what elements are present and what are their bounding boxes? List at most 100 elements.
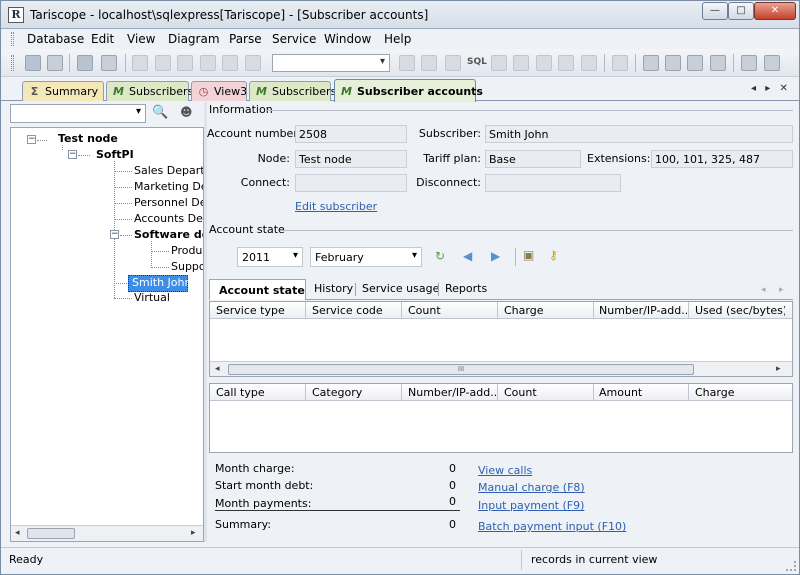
filter-combo[interactable] [272, 54, 390, 72]
sort-icon[interactable] [581, 55, 597, 71]
column-header[interactable]: Number/IP-add... [599, 304, 687, 317]
tab-history[interactable]: History [314, 282, 353, 295]
tree-node-department[interactable]: Sales Department [134, 164, 203, 177]
refresh-icon[interactable]: ↻ [435, 249, 445, 263]
subscriber-tree[interactable]: − Test node − SoftPI Sales Department Ma… [10, 127, 204, 542]
tab-summary[interactable]: Σ Summary [22, 81, 104, 101]
stop-icon[interactable] [245, 55, 261, 71]
menu-view[interactable]: View [127, 32, 155, 46]
calls-grid[interactable]: Call type Category Number/IP-add... Coun… [209, 383, 793, 453]
tab-prev-icon[interactable]: ◂ [751, 83, 756, 94]
tab-subscribers-2[interactable]: M Subscribers [249, 81, 336, 101]
column-header[interactable]: Category [312, 386, 400, 399]
services-grid[interactable]: Service type Service code Count Charge N… [209, 301, 793, 377]
menu-edit[interactable]: Edit [91, 32, 114, 46]
subscriber-field[interactable]: Smith John [485, 125, 793, 143]
month-select[interactable]: February [310, 247, 422, 267]
clear-filter-icon[interactable] [558, 55, 574, 71]
tab-account-state[interactable]: Account state [209, 279, 306, 300]
line-chart-icon[interactable] [687, 55, 703, 71]
minimize-button[interactable]: — [702, 2, 728, 20]
tab-subscribers[interactable]: M Subscribers [106, 81, 193, 101]
column-header[interactable]: Charge [695, 386, 785, 399]
collapse-icon[interactable]: − [27, 135, 36, 144]
batch-payment-input-link[interactable]: Batch payment input (F10) [478, 520, 626, 533]
undo-icon[interactable] [513, 55, 529, 71]
person-icon[interactable]: ☻ [180, 105, 193, 119]
tab-view3[interactable]: ◷ View3 [191, 81, 247, 101]
year-select[interactable]: 2011 [237, 247, 303, 267]
tree-horizontal-scrollbar[interactable]: ◂ ▸ [11, 525, 203, 541]
column-header[interactable]: Count [504, 386, 592, 399]
tree-node-production[interactable]: Production [171, 244, 203, 257]
close-window-button[interactable]: ✕ [754, 2, 796, 20]
binoculars-icon[interactable]: 🔍 [152, 105, 168, 120]
pie-chart-icon[interactable] [665, 55, 681, 71]
column-divider[interactable] [497, 384, 498, 401]
column-divider[interactable] [305, 384, 306, 401]
tree-node-department[interactable]: Personnel Department [134, 196, 203, 209]
column-divider[interactable] [688, 302, 689, 319]
save-icon[interactable] [491, 55, 507, 71]
settings-icon[interactable] [764, 55, 780, 71]
services-grid-scrollbar[interactable]: ◂ III ▸ [210, 361, 792, 376]
column-divider[interactable] [593, 384, 594, 401]
connect-field[interactable] [295, 174, 407, 192]
maximize-button[interactable]: □ [728, 2, 754, 20]
tree-node-department[interactable]: Accounts Department [134, 212, 203, 225]
manual-charge-link[interactable]: Manual charge (F8) [478, 481, 585, 494]
print-icon[interactable] [612, 55, 628, 71]
filter-sql-icon[interactable] [445, 55, 461, 71]
tree-node-selected-subscriber[interactable]: Smith John [132, 276, 191, 289]
previous-month-icon[interactable]: ◀ [463, 249, 472, 263]
column-header[interactable]: Number/IP-add... [408, 386, 496, 399]
database-icon[interactable] [25, 55, 41, 71]
menu-diagram[interactable]: Diagram [168, 32, 220, 46]
tab-close-icon[interactable]: ✕ [779, 83, 787, 94]
disconnect-field[interactable] [485, 174, 621, 192]
column-header[interactable]: Used (sec/bytes) [695, 304, 785, 317]
extensions-field[interactable]: 100, 101, 325, 487 [651, 150, 793, 168]
column-divider[interactable] [593, 302, 594, 319]
column-header[interactable]: Service type [216, 304, 304, 317]
window-cascade-icon[interactable] [177, 55, 193, 71]
column-divider[interactable] [305, 302, 306, 319]
column-header[interactable]: Count [408, 304, 496, 317]
scroll-thumb[interactable]: III [228, 364, 694, 375]
column-header[interactable]: Call type [216, 386, 304, 399]
menu-service[interactable]: Service [272, 32, 316, 46]
tree-node-department[interactable]: Marketing Department [134, 180, 203, 193]
next-month-icon[interactable]: ▶ [491, 249, 500, 263]
menu-window[interactable]: Window [324, 32, 371, 46]
filter-edit-icon[interactable] [421, 55, 437, 71]
input-payment-link[interactable]: Input payment (F9) [478, 499, 584, 512]
tab-next-icon[interactable]: ▸ [765, 83, 770, 94]
window-icon[interactable] [132, 55, 148, 71]
column-header[interactable]: Amount [599, 386, 687, 399]
tabs-scroll-left-icon[interactable]: ◂ [761, 285, 766, 295]
scroll-right-icon[interactable]: ▸ [776, 364, 781, 374]
column-divider[interactable] [401, 384, 402, 401]
account-number-field[interactable]: 2508 [295, 125, 407, 143]
tree-filter-combo[interactable] [10, 104, 146, 123]
column-divider[interactable] [401, 302, 402, 319]
tab-reports[interactable]: Reports [445, 282, 487, 295]
first-record-icon[interactable] [200, 55, 216, 71]
disconnect-icon[interactable] [47, 55, 63, 71]
tab-service-usage[interactable]: Service usage [362, 282, 439, 295]
tabs-scroll-right-icon[interactable]: ▸ [779, 285, 784, 295]
column-divider[interactable] [688, 384, 689, 401]
tree-node-software-department[interactable]: Software department [134, 228, 203, 241]
filter-icon[interactable] [399, 55, 415, 71]
refresh-icon[interactable] [222, 55, 238, 71]
grid-icon[interactable] [643, 55, 659, 71]
redo-icon[interactable] [536, 55, 552, 71]
tariff-icon[interactable] [101, 55, 117, 71]
scroll-thumb[interactable] [27, 528, 75, 539]
lock-icon[interactable]: ▣ [523, 248, 534, 262]
edit-subscriber-link[interactable]: Edit subscriber [295, 200, 377, 213]
column-header[interactable]: Service code [312, 304, 400, 317]
tools-icon[interactable] [741, 55, 757, 71]
resize-grip-icon[interactable] [786, 561, 796, 571]
view-calls-link[interactable]: View calls [478, 464, 532, 477]
